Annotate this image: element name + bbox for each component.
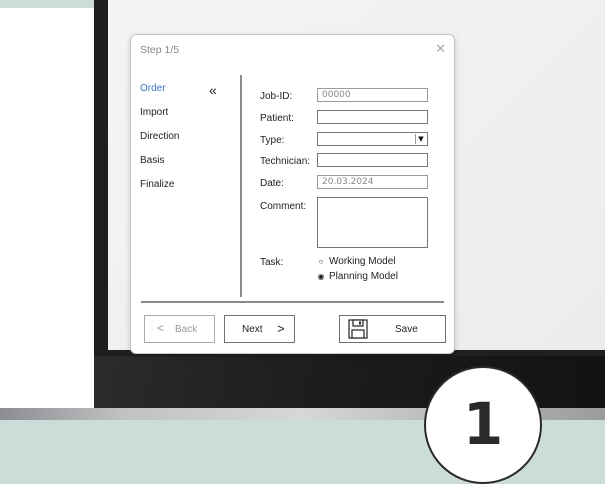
nav-item-finalize[interactable]: Finalize — [140, 179, 174, 190]
dialog-title: Step 1/5 — [140, 44, 180, 56]
technician-label: Technician: — [260, 156, 311, 167]
back-button[interactable]: < Back — [144, 315, 215, 343]
save-button[interactable]: Save — [339, 315, 446, 343]
order-dialog: Step 1/5 ✕ Order « Import Direction Basi… — [130, 34, 455, 354]
step-number-badge: 1 — [424, 366, 542, 484]
chevron-right-icon: > — [277, 321, 285, 336]
comment-label: Comment: — [260, 201, 307, 212]
nav-item-import[interactable]: Import — [140, 107, 168, 118]
radio-working-model-label: Working Model — [329, 256, 396, 267]
patient-label: Patient: — [260, 113, 294, 124]
task-label: Task: — [260, 257, 284, 268]
floppy-disk-icon — [348, 319, 368, 342]
next-button[interactable]: Next > — [224, 315, 295, 343]
nav-item-order[interactable]: Order — [140, 83, 166, 94]
patient-field[interactable] — [317, 110, 428, 124]
job-id-label: Job-ID: — [260, 91, 293, 102]
next-button-label: Next — [242, 324, 263, 335]
collapse-icon[interactable]: « — [209, 82, 217, 98]
radio-working-model[interactable]: ○ Working Model — [317, 256, 396, 267]
date-label: Date: — [260, 178, 284, 189]
nav-item-basis[interactable]: Basis — [140, 155, 164, 166]
type-label: Type: — [260, 135, 285, 146]
step-number: 1 — [462, 390, 504, 458]
radio-selected-icon: ◉ — [317, 272, 325, 281]
radio-planning-model[interactable]: ◉ Planning Model — [317, 271, 398, 282]
chevron-left-icon: < — [157, 321, 165, 335]
technician-field[interactable] — [317, 153, 428, 167]
date-field: 20.03.2024 — [317, 175, 428, 189]
radio-planning-model-label: Planning Model — [329, 271, 398, 282]
type-select[interactable]: ▼ — [317, 132, 428, 146]
job-id-field: 00000 — [317, 88, 428, 102]
footer-divider — [141, 301, 444, 303]
left-white-panel — [0, 8, 95, 408]
chevron-down-icon[interactable]: ▼ — [415, 134, 426, 144]
radio-unselected-icon: ○ — [318, 257, 324, 266]
comment-textarea[interactable] — [317, 197, 428, 248]
save-button-label: Save — [395, 324, 418, 335]
nav-divider — [240, 75, 242, 297]
nav-item-direction[interactable]: Direction — [140, 131, 179, 142]
back-button-label: Back — [175, 324, 198, 335]
close-icon[interactable]: ✕ — [435, 41, 446, 57]
